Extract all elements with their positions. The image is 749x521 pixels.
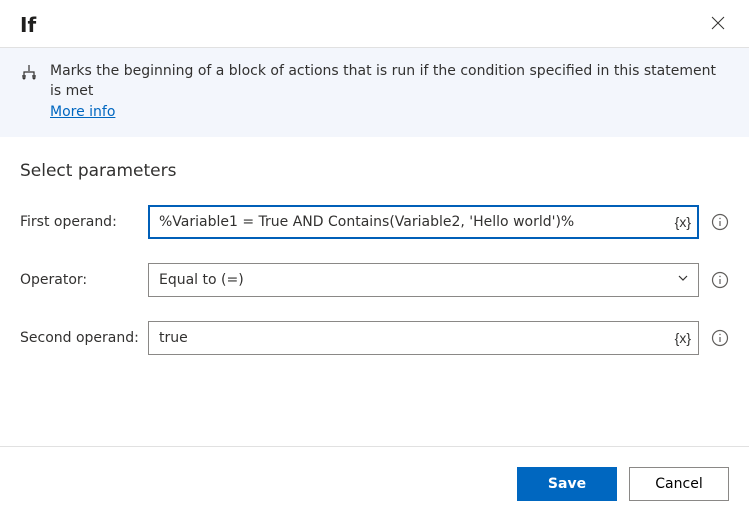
- info-banner-text: Marks the beginning of a block of action…: [50, 62, 729, 123]
- info-banner: Marks the beginning of a block of action…: [0, 48, 749, 137]
- branch-icon: [20, 64, 38, 86]
- operator-select[interactable]: Equal to (=): [148, 263, 699, 297]
- first-operand-label: First operand:: [20, 214, 148, 230]
- close-icon: [711, 16, 725, 33]
- info-icon[interactable]: [711, 213, 729, 231]
- content-area: Select parameters First operand: {x} Ope…: [0, 137, 749, 446]
- section-title: Select parameters: [20, 161, 729, 181]
- info-icon[interactable]: [711, 329, 729, 347]
- save-button[interactable]: Save: [517, 467, 617, 501]
- operator-input-wrap: Equal to (=): [148, 263, 699, 297]
- dialog-footer: Save Cancel: [0, 446, 749, 521]
- more-info-link[interactable]: More info: [50, 103, 115, 123]
- dialog-header: If: [0, 0, 749, 48]
- info-icon[interactable]: [711, 271, 729, 289]
- param-row-operator: Operator: Equal to (=): [20, 263, 729, 297]
- variable-picker-icon[interactable]: {x}: [675, 330, 691, 346]
- close-button[interactable]: [707, 12, 729, 37]
- second-operand-input[interactable]: [148, 321, 699, 355]
- second-operand-input-wrap: {x}: [148, 321, 699, 355]
- operator-label: Operator:: [20, 272, 148, 288]
- param-row-first-operand: First operand: {x}: [20, 205, 729, 239]
- info-description: Marks the beginning of a block of action…: [50, 63, 716, 99]
- param-row-second-operand: Second operand: {x}: [20, 321, 729, 355]
- variable-picker-icon[interactable]: {x}: [675, 214, 691, 230]
- first-operand-input-wrap: {x}: [148, 205, 699, 239]
- cancel-button[interactable]: Cancel: [629, 467, 729, 501]
- first-operand-input[interactable]: [148, 205, 699, 239]
- second-operand-label: Second operand:: [20, 330, 148, 346]
- dialog-title: If: [20, 13, 36, 37]
